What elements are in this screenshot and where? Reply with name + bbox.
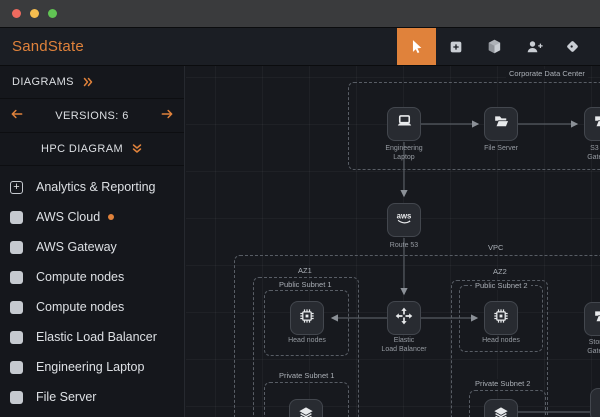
- double-chevron-right-icon: [82, 76, 94, 88]
- move-arrows-icon: [394, 306, 414, 331]
- layers-icon: [491, 404, 511, 417]
- arrow-left-icon: [10, 108, 24, 123]
- list-item-label: File Server: [36, 390, 96, 404]
- container-label-private-subnet-1: Private Subnet 1: [276, 371, 337, 380]
- list-item-label: AWS Cloud: [36, 210, 100, 224]
- window-titlebar: [0, 0, 600, 28]
- node-square-icon: [10, 241, 23, 254]
- node-head-nodes-az2[interactable]: [484, 301, 518, 335]
- plus-square-icon: [448, 39, 464, 55]
- component-list: + Analytics & Reporting AWS Cloud AWS Ga…: [0, 166, 184, 412]
- versions-label: VERSIONS: 6: [55, 110, 128, 122]
- double-chevron-down-icon: [131, 143, 143, 155]
- list-item-compute-nodes-1[interactable]: Compute nodes: [0, 262, 184, 292]
- list-item-elastic-load-balancer[interactable]: Elastic Load Balancer: [0, 322, 184, 352]
- add-user-tool-button[interactable]: [514, 28, 553, 65]
- node-square-icon: [10, 361, 23, 374]
- node-partial-bottom-right[interactable]: [590, 388, 600, 417]
- node-head-nodes-az1[interactable]: [290, 301, 324, 335]
- close-window-button[interactable]: [12, 9, 21, 18]
- package-tool-button[interactable]: [475, 28, 514, 65]
- node-engineering-laptop[interactable]: [387, 107, 421, 141]
- node-label-engineering-laptop: Engineering Laptop: [376, 145, 432, 162]
- container-label-public-subnet-1: Public Subnet 1: [276, 280, 335, 289]
- laptop-icon: [395, 112, 414, 136]
- container-label-private-subnet-2: Private Subnet 2: [472, 379, 533, 388]
- cursor-tool-button[interactable]: [397, 28, 436, 65]
- list-item-aws-cloud[interactable]: AWS Cloud: [0, 202, 184, 232]
- previous-version-button[interactable]: [10, 108, 24, 123]
- list-item-label: Engineering Laptop: [36, 360, 144, 374]
- node-elastic-load-balancer[interactable]: [387, 301, 421, 335]
- node-square-icon: [10, 211, 23, 224]
- diagrams-label: DIAGRAMS: [12, 76, 74, 88]
- folder-icon: [492, 112, 511, 136]
- list-item-aws-gateway[interactable]: AWS Gateway: [0, 232, 184, 262]
- node-square-icon: [10, 301, 23, 314]
- next-version-button[interactable]: [160, 108, 174, 123]
- node-square-icon: [10, 271, 23, 284]
- node-square-icon: [10, 391, 23, 404]
- container-label-az2: AZ2: [490, 267, 510, 276]
- expand-plus-icon[interactable]: +: [10, 181, 23, 194]
- sidebar: DIAGRAMS VERSIONS: 6 HPC DIAGRAM + Analy…: [0, 66, 185, 417]
- list-item-label: Compute nodes: [36, 270, 124, 284]
- list-item-file-server[interactable]: File Server: [0, 382, 184, 412]
- cursor-icon: [408, 38, 425, 55]
- versions-bar: VERSIONS: 6: [0, 99, 184, 133]
- container-label-az1: AZ1: [295, 266, 315, 275]
- list-item-label: Analytics & Reporting: [36, 180, 156, 194]
- diagrams-header[interactable]: DIAGRAMS: [0, 66, 184, 99]
- diamond-icon: [564, 38, 581, 55]
- node-private-subnet-2-resource[interactable]: [484, 399, 518, 417]
- maximize-window-button[interactable]: [48, 9, 57, 18]
- app-title: SandState: [0, 38, 84, 55]
- orange-dot-badge: [108, 214, 114, 220]
- folder-icon: [592, 112, 600, 136]
- node-label-head-nodes-az1: Head nodes: [279, 337, 335, 346]
- node-private-subnet-1-resource[interactable]: [289, 399, 323, 417]
- node-route-53[interactable]: aws: [387, 203, 421, 237]
- folder-icon: [592, 307, 600, 331]
- node-label-storage-gateway: Storage Gateway: [573, 339, 600, 356]
- node-file-server[interactable]: [484, 107, 518, 141]
- diagram-title: HPC DIAGRAM: [41, 143, 123, 155]
- container-label-public-subnet-2: Public Subnet 2: [472, 281, 531, 290]
- diagram-title-header[interactable]: HPC DIAGRAM: [0, 133, 184, 166]
- node-label-file-server: File Server: [473, 145, 529, 154]
- toolbar: [397, 28, 592, 65]
- node-label-s3-file-gateway: S3 File Gateway: [573, 145, 600, 162]
- app-header: SandState: [0, 28, 600, 66]
- diagram-canvas[interactable]: Corporate Data Center VPC AZ1 Public Sub…: [186, 66, 600, 417]
- arrow-right-icon: [160, 108, 174, 123]
- node-storage-gateway[interactable]: [584, 302, 600, 336]
- list-item-label: AWS Gateway: [36, 240, 117, 254]
- container-label-corporate-data-center: Corporate Data Center: [506, 69, 588, 78]
- list-item-compute-nodes-2[interactable]: Compute nodes: [0, 292, 184, 322]
- person-plus-icon: [525, 38, 543, 56]
- node-label-head-nodes-az2: Head nodes: [473, 337, 529, 346]
- list-item-label: Compute nodes: [36, 300, 124, 314]
- chip-icon: [491, 306, 511, 331]
- chip-icon: [297, 306, 317, 331]
- aws-icon: aws: [393, 207, 415, 234]
- node-square-icon: [10, 331, 23, 344]
- node-label-route-53: Route 53: [376, 242, 432, 251]
- cube-icon: [486, 38, 503, 55]
- minimize-window-button[interactable]: [30, 9, 39, 18]
- svg-text:aws: aws: [397, 211, 412, 220]
- list-item-analytics-reporting[interactable]: + Analytics & Reporting: [0, 172, 184, 202]
- node-s3-file-gateway[interactable]: [584, 107, 600, 141]
- container-label-vpc: VPC: [485, 243, 506, 252]
- list-item-engineering-laptop[interactable]: Engineering Laptop: [0, 352, 184, 382]
- add-node-tool-button[interactable]: [436, 28, 475, 65]
- navigate-tool-button[interactable]: [553, 28, 592, 65]
- layers-icon: [296, 404, 316, 417]
- node-label-elastic-load-balancer: Elastic Load Balancer: [376, 337, 432, 354]
- list-item-label: Elastic Load Balancer: [36, 330, 157, 344]
